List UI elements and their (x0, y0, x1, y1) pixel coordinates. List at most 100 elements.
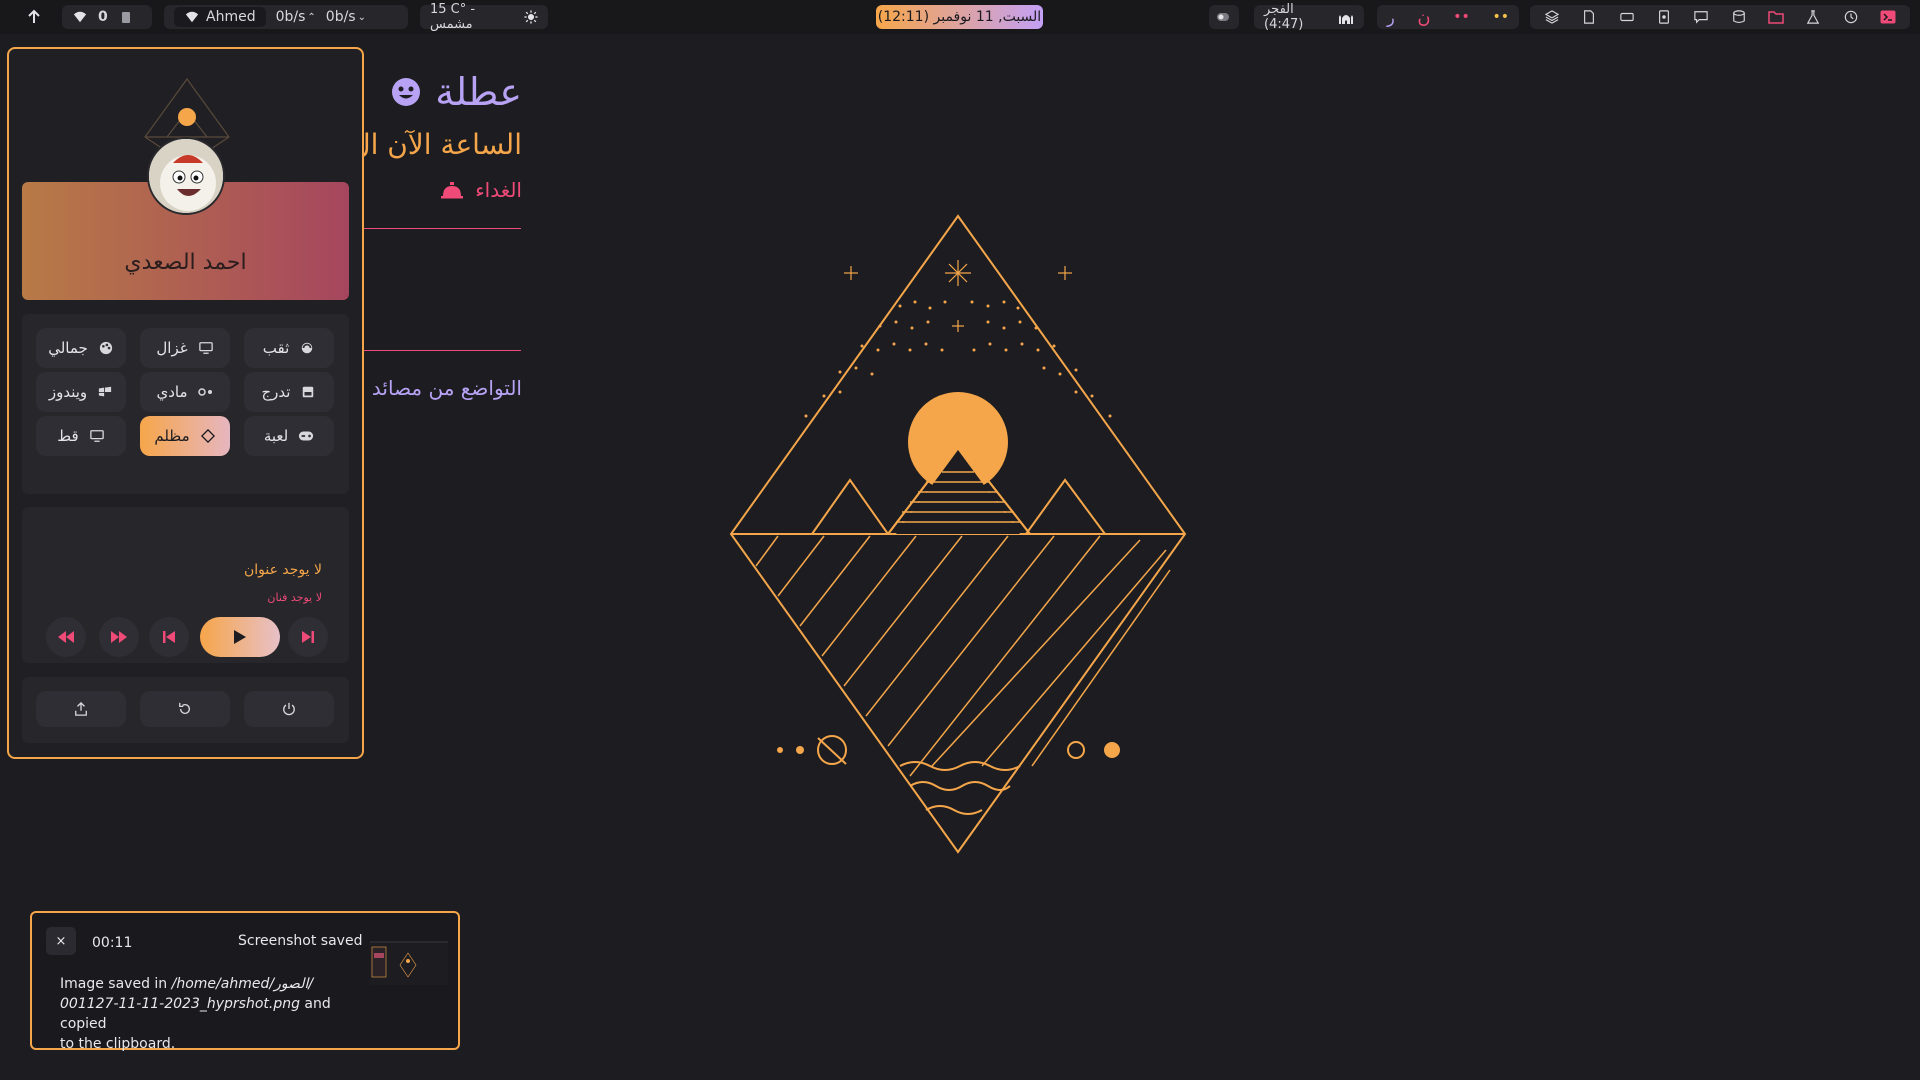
workspace-2-icon[interactable]: ن (1417, 7, 1430, 28)
screenshot-notification[interactable]: × 00:11 Screenshot saved Image saved in … (30, 911, 460, 1052)
bell-icon (441, 181, 464, 199)
sun-icon (523, 9, 538, 25)
wifi-icon[interactable] (72, 9, 88, 25)
monitor-icon (89, 428, 105, 444)
top-bar: 0 Ahmed 0b/s ⌃ 0b/s ⌄ 15 C° - مشمس (12:1… (0, 0, 1920, 34)
prayer-widget[interactable]: الفجر (4:47) (1254, 2, 1364, 32)
chevrons-up-icon: ⌃ (307, 11, 316, 23)
arrow-up-icon[interactable] (26, 9, 42, 25)
theme-button-label: مظلم (154, 427, 190, 445)
theme-button[interactable]: جمالي (36, 328, 126, 368)
avatar[interactable] (147, 137, 225, 215)
fast-forward-icon (111, 629, 127, 645)
weather-widget[interactable]: 15 C° - مشمس (420, 2, 548, 32)
weather-text: 15 C° - مشمس (430, 2, 476, 32)
workspace-3-icon[interactable]: •• (1453, 9, 1470, 25)
chevrons-down-icon: ⌄ (357, 11, 366, 23)
monitor-icon (198, 340, 214, 356)
terminal-icon[interactable] (1880, 9, 1896, 25)
clock-icon[interactable] (1843, 9, 1859, 25)
file-icon[interactable] (1581, 9, 1597, 25)
profile-name: احمد الصعدي (124, 250, 247, 275)
notification-time: 00:11 (92, 935, 133, 951)
user-chip[interactable]: Ahmed (174, 7, 266, 27)
theme-button-label: غزال (156, 339, 188, 357)
divider (364, 228, 521, 229)
desktop-widget: عطلة الساعة الآن ال الغداء التواضع من مص… (364, 60, 522, 420)
workspace-indicators: ر ن •• •• (1377, 5, 1519, 29)
theme-button[interactable]: مادي (140, 372, 230, 412)
play-button[interactable] (200, 617, 280, 657)
layers-icon[interactable] (1544, 9, 1560, 25)
flask-icon[interactable] (1805, 9, 1821, 25)
logout-button[interactable] (36, 691, 126, 727)
notification-title: Screenshot saved (238, 933, 363, 949)
theme-button-label: مادي (156, 383, 188, 401)
theme-button-label: ثقب (262, 339, 290, 357)
power-controls (22, 677, 349, 743)
notification-path: /home/ahmed/الصور/ (171, 976, 314, 992)
fast-forward-button[interactable] (99, 617, 139, 657)
ticket-icon[interactable] (1619, 9, 1635, 25)
tray-toggle[interactable] (1209, 5, 1239, 29)
theme-button[interactable]: قط (36, 416, 126, 456)
divider (364, 350, 521, 351)
date-time-pill[interactable]: (12:11) السبت, 11 نوفمبر (876, 5, 1043, 29)
battery-icon (118, 9, 134, 25)
next-button[interactable] (288, 617, 328, 657)
theme-button[interactable]: مظلم (140, 416, 230, 456)
theme-button[interactable]: ثقب (244, 328, 334, 368)
theme-button[interactable]: غزال (140, 328, 230, 368)
theme-button[interactable]: ويندوز (36, 372, 126, 412)
meal-text: الغداء (475, 178, 522, 202)
screenshot-thumbnail[interactable] (370, 941, 448, 985)
restart-button[interactable] (140, 691, 230, 727)
windows-icon (97, 384, 113, 400)
shutdown-button[interactable] (244, 691, 334, 727)
rewind-icon (58, 629, 74, 645)
prayer-text: الفجر (4:47) (1264, 2, 1304, 32)
folder-icon[interactable] (1768, 9, 1784, 25)
workspace-1-icon[interactable]: ر (1387, 8, 1395, 27)
status-indicators: 0 (62, 5, 152, 29)
control-panel: احمد الصعدي ثقب غزال جمالي تدرج مادي ويندوز لع… (7, 47, 364, 759)
holiday-heading: عطلة (391, 70, 522, 114)
date-time-text: (12:11) السبت, 11 نوفمبر (877, 9, 1042, 25)
theme-button[interactable]: لعبة (244, 416, 334, 456)
holiday-text: عطلة (435, 70, 522, 114)
gradient-icon (300, 384, 316, 400)
chat-icon[interactable] (1693, 9, 1709, 25)
theme-button-label: جمالي (48, 339, 88, 357)
logout-icon (73, 701, 89, 717)
theme-button[interactable]: تدرج (244, 372, 334, 412)
play-icon (232, 629, 248, 645)
wallpaper-illustration (729, 214, 1187, 854)
theme-button-label: تدرج (261, 383, 291, 401)
document-icon[interactable] (1656, 9, 1672, 25)
workspace-4-icon[interactable]: •• (1492, 9, 1509, 25)
user-name: Ahmed (206, 9, 256, 25)
indicator-number: 0 (98, 9, 108, 25)
clock-sentence: الساعة الآن ال (364, 128, 522, 161)
theme-button-label: ويندوز (48, 383, 88, 401)
palette-icon (98, 340, 114, 356)
notification-body: Image saved in /home/ahmed/الصور/ 001127… (60, 976, 331, 1052)
toggle-icon (197, 384, 214, 400)
blackhole-icon (299, 340, 315, 356)
theme-button-label: لعبة (263, 427, 289, 445)
close-button[interactable]: × (46, 927, 76, 955)
media-artist: لا يوجد فنان (267, 591, 322, 604)
network-group: Ahmed 0b/s ⌃ 0b/s ⌄ (164, 5, 408, 29)
database-icon[interactable] (1731, 9, 1747, 25)
app-tray (1530, 5, 1910, 29)
previous-button[interactable] (149, 617, 189, 657)
restart-icon (177, 701, 193, 717)
media-player: لا يوجد عنوان لا يوجد فنان (22, 507, 349, 663)
theme-button-label: قط (57, 427, 79, 445)
diamond-icon (200, 428, 216, 444)
toggle-icon (1215, 9, 1231, 25)
wifi-icon (184, 9, 200, 25)
skip-back-icon (161, 629, 177, 645)
net-upload: 0b/s ⌃ (275, 9, 316, 25)
rewind-button[interactable] (46, 617, 86, 657)
